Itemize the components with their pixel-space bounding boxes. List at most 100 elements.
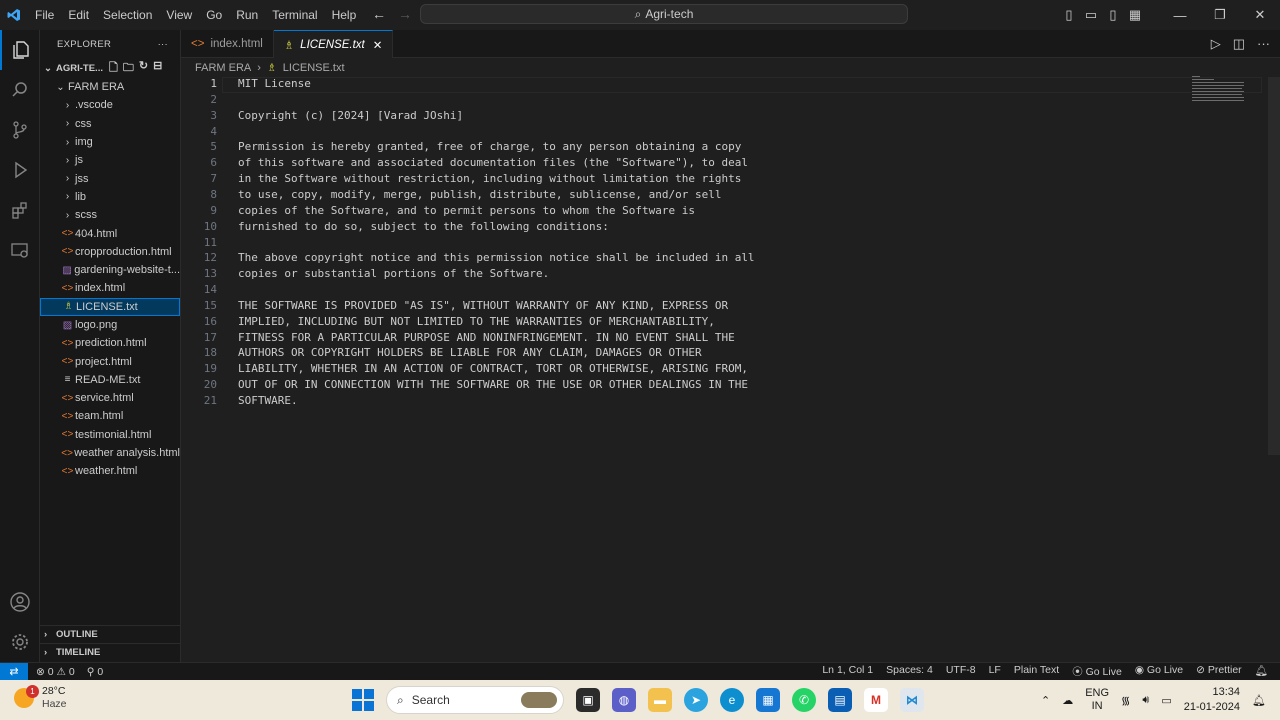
tree-item[interactable]: <> weather analysis.html	[40, 444, 180, 462]
go-live-button-2[interactable]: ◉ Go Live	[1135, 664, 1183, 679]
search-icon[interactable]	[0, 70, 40, 110]
forward-arrow-icon[interactable]: →	[398, 6, 412, 22]
tree-item[interactable]: <> index.html	[40, 279, 180, 297]
explorer-icon[interactable]	[0, 30, 40, 70]
command-center-search[interactable]: ⌕ Agri-tech	[420, 4, 908, 24]
minimize-icon[interactable]: —	[1160, 8, 1200, 23]
vertical-scrollbar[interactable]	[1268, 77, 1280, 455]
tree-item[interactable]: › lib	[40, 188, 180, 206]
toggle-primary-sidebar-icon[interactable]: ▯	[1058, 7, 1080, 23]
menu-item-file[interactable]: File	[28, 8, 61, 22]
tree-item[interactable]: ♗ LICENSE.txt	[40, 297, 180, 316]
tab-index-html[interactable]: <> index.html	[181, 30, 274, 58]
run-icon[interactable]: ▷	[1211, 36, 1221, 52]
tree-item[interactable]: <> project.html	[40, 352, 180, 370]
code-line[interactable]: in the Software without restriction, inc…	[238, 172, 741, 185]
tree-item[interactable]: <> cropproduction.html	[40, 243, 180, 261]
tree-item[interactable]: › img	[40, 133, 180, 151]
cursor-position[interactable]: Ln 1, Col 1	[822, 664, 873, 679]
code-line[interactable]: copies or substantial portions of the So…	[238, 267, 549, 280]
go-live-button-1[interactable]: ⦿ Go Live	[1072, 664, 1122, 679]
battery-icon[interactable]: ▭	[1161, 694, 1171, 707]
source-control-icon[interactable]	[0, 110, 40, 150]
code-line[interactable]: THE SOFTWARE IS PROVIDED "AS IS", WITHOU…	[238, 299, 728, 312]
notification-center-icon[interactable]: 🔔︎	[1252, 694, 1266, 707]
tree-item[interactable]: ▨ logo.png	[40, 316, 180, 334]
code-line[interactable]: Copyright (c) [2024] [Varad JOshi]	[238, 109, 463, 122]
vscode-taskbar-icon[interactable]: ⋈	[900, 688, 924, 712]
tree-item[interactable]: <> prediction.html	[40, 334, 180, 352]
run-debug-icon[interactable]	[0, 150, 40, 190]
code-line[interactable]: of this software and associated document…	[238, 156, 748, 169]
whatsapp-icon[interactable]: ✆	[792, 688, 816, 712]
ports-indicator[interactable]: ⚲ 0	[87, 666, 103, 678]
language-indicator[interactable]: ENG IN	[1085, 687, 1109, 713]
new-file-icon[interactable]: 🗋	[109, 59, 118, 78]
extensions-icon[interactable]	[0, 190, 40, 230]
menu-item-terminal[interactable]: Terminal	[265, 8, 324, 22]
remote-explorer-icon[interactable]	[0, 230, 40, 270]
tree-item[interactable]: <> 404.html	[40, 224, 180, 242]
restore-icon[interactable]: ❐	[1200, 7, 1240, 23]
tree-item[interactable]: › js	[40, 151, 180, 169]
collapse-all-icon[interactable]: ⊟	[153, 59, 162, 78]
close-window-icon[interactable]: ✕	[1240, 7, 1280, 23]
weather-widget[interactable]: 1 28°C Haze	[14, 685, 67, 711]
code-line[interactable]: furnished to do so, subject to the follo…	[238, 220, 609, 233]
code-line[interactable]: MIT License	[238, 77, 311, 90]
outline-section[interactable]: › OUTLINE	[40, 625, 181, 643]
windows-start-icon[interactable]	[352, 689, 374, 711]
clock[interactable]: 13:34 21-01-2024	[1184, 685, 1240, 715]
tree-item[interactable]: <> testimonial.html	[40, 426, 180, 444]
volume-icon[interactable]: 🔊︎	[1142, 694, 1149, 707]
wifi-icon[interactable]: ᯾	[1121, 693, 1130, 708]
folder-farm-era[interactable]: ⌄ FARM ERA	[40, 78, 180, 96]
language-mode[interactable]: Plain Text	[1014, 664, 1059, 679]
tree-item[interactable]: <> weather.html	[40, 462, 180, 480]
tree-item[interactable]: ≡ READ-ME.txt	[40, 371, 180, 389]
menu-item-selection[interactable]: Selection	[96, 8, 159, 22]
more-actions-icon[interactable]: ···	[158, 39, 168, 50]
menu-item-help[interactable]: Help	[325, 8, 364, 22]
show-hidden-icons-chevron-icon[interactable]: ⌃	[1041, 694, 1050, 707]
code-line[interactable]: copies of the Software, and to permit pe…	[238, 204, 695, 217]
notifications-bell-icon[interactable]: 🔔︎	[1255, 664, 1268, 679]
problems-indicator[interactable]: ⊗ 0 ⚠ 0	[36, 666, 75, 678]
breadcrumb-file[interactable]: LICENSE.txt	[283, 62, 345, 74]
toggle-secondary-sidebar-icon[interactable]: ▯	[1102, 7, 1124, 23]
tree-item[interactable]: <> team.html	[40, 407, 180, 425]
teams-chat-icon[interactable]: ◍	[612, 688, 636, 712]
code-line[interactable]: to use, copy, modify, merge, publish, di…	[238, 188, 721, 201]
blue-app-icon[interactable]: ▤	[828, 688, 852, 712]
tree-item[interactable]: <> service.html	[40, 389, 180, 407]
workspace-root[interactable]: ⌄ AGRI-TE... 🗋 🗀 ↻ ⊟	[40, 58, 180, 78]
remote-indicator-icon[interactable]: ⇄	[0, 662, 28, 681]
indentation[interactable]: Spaces: 4	[886, 664, 933, 679]
task-view-icon[interactable]: ▣	[576, 688, 600, 712]
tab-license-txt[interactable]: ♗ LICENSE.txt ✕	[273, 30, 394, 58]
telegram-icon[interactable]: ➤	[684, 688, 708, 712]
close-tab-icon[interactable]: ✕	[373, 38, 383, 52]
tree-item[interactable]: ▨ gardening-website-t...	[40, 261, 180, 279]
tree-item[interactable]: › jss	[40, 169, 180, 187]
code-line[interactable]: Permission is hereby granted, free of ch…	[238, 140, 741, 153]
tree-item[interactable]: › .vscode	[40, 96, 180, 114]
code-line[interactable]: LIABILITY, WHETHER IN AN ACTION OF CONTR…	[238, 362, 748, 375]
menu-item-edit[interactable]: Edit	[61, 8, 96, 22]
more-actions-icon[interactable]: ···	[1257, 36, 1270, 52]
tree-item[interactable]: › scss	[40, 206, 180, 224]
menu-item-go[interactable]: Go	[199, 8, 229, 22]
gmail-icon[interactable]: M	[864, 688, 888, 712]
account-icon[interactable]	[0, 582, 40, 622]
code-line[interactable]: OUT OF OR IN CONNECTION WITH THE SOFTWAR…	[238, 378, 748, 391]
onedrive-cloud-icon[interactable]: ☁	[1062, 694, 1073, 707]
code-editor[interactable]: 1 MIT License 2 3 Copyright (c) [2024] [Vara…	[181, 77, 1268, 662]
microsoft-store-icon[interactable]: ▦	[756, 688, 780, 712]
line-ending[interactable]: LF	[989, 664, 1001, 679]
toggle-panel-icon[interactable]: ▭	[1080, 7, 1102, 23]
file-explorer-icon[interactable]: ▬	[648, 688, 672, 712]
encoding[interactable]: UTF-8	[946, 664, 976, 679]
minimap[interactable]	[1192, 76, 1248, 106]
prettier-button[interactable]: ⊘ Prettier	[1196, 664, 1242, 679]
code-line[interactable]: IMPLIED, INCLUDING BUT NOT LIMITED TO TH…	[238, 315, 715, 328]
